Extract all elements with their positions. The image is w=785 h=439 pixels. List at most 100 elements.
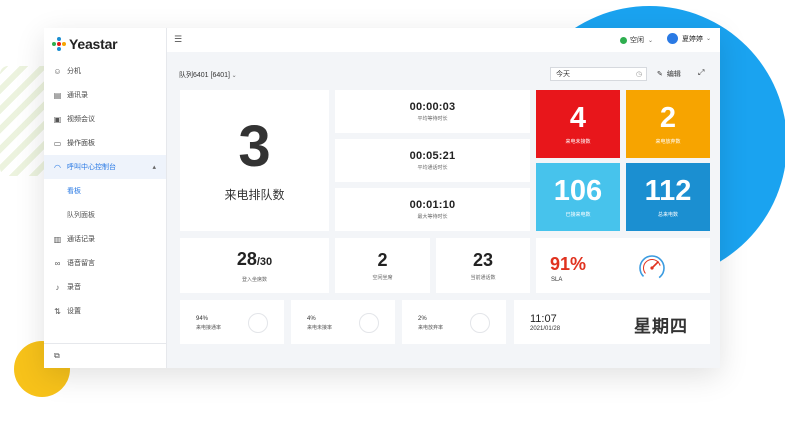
abandon-rate-card: 2% 来电放弃率 [402,300,506,344]
microphone-icon: ♪ [55,282,60,292]
edit-label: 编辑 [666,71,681,78]
missed-rate-ring [359,313,379,333]
logged-agents-total: /30 [256,255,273,268]
sidebar-item-label: 通讯录 [67,92,88,99]
fullscreen-icon[interactable]: ⤢ [698,68,704,78]
total-calls-label: 总来电数 [657,212,678,218]
queue-title: 队列6401 [6401] [179,72,230,79]
queue-selector[interactable]: 队列6401 [6401] ⌄ [179,70,237,80]
sidebar-item-extension[interactable]: ☺ 分机 [44,59,166,83]
answered-calls-value: 106 [553,175,603,207]
chevron-down-icon: ⌄ [229,73,237,79]
sidebar-item-contacts[interactable]: ▤ 通讯录 [44,83,166,107]
avg-talk-label: 平均通话时长 [417,165,448,171]
abandoned-calls-value: 2 [659,102,677,134]
sidebar-item-label: 通话记录 [67,236,95,243]
missed-calls-label: 来电未接数 [565,139,591,145]
pencil-icon: ✎ [657,71,663,78]
top-bar: ☰ 空闲 ⌄ 夏婷婷 ⌄ [167,28,720,52]
brand-name: Yeastar [69,36,118,52]
sidebar-subitem-label: 看板 [67,188,81,195]
brand-logo[interactable]: Yeastar [52,34,118,54]
contacts-icon: ▤ [53,90,62,100]
avatar [667,33,678,44]
sidebar-item-label: 设置 [67,308,81,315]
answer-rate-value: 94% [196,316,209,322]
gauge-icon [639,255,665,281]
logged-agents-card: 28/30 登入坐席数 [180,238,329,293]
voicemail-icon: ∞ [54,258,61,268]
sidebar-item-recording[interactable]: ♪ 录音 [44,275,166,299]
menu-collapse-icon[interactable]: ☰ [174,34,182,45]
sidebar-item-label: 语音留言 [67,260,95,267]
answer-rate-ring [248,313,268,333]
sidebar-item-settings[interactable]: ⇅ 设置 [44,299,166,323]
user-name: 夏婷婷 [682,35,703,43]
logged-agents-value: 28 [236,248,257,269]
waiting-calls-label: 来电排队数 [224,188,285,202]
sidebar-item-label: 录音 [67,284,81,291]
sidebar: Yeastar ☺ 分机 ▤ 通讯录 ▣ 视频会议 ▭ 操作面板 ◠ 呼叫中心控… [44,28,167,368]
avg-talk-value: 00:05:21 [409,150,456,162]
clock-card: 11:07 2021/01/28 星期四 [514,300,710,344]
answer-rate-label: 来电接通率 [196,325,222,331]
max-wait-label: 最大等待时长 [417,214,448,220]
date-filter-input[interactable]: 今天 ◷ [550,67,647,81]
max-wait-value: 00:01:10 [409,199,456,211]
status-label: 空闲 [630,37,644,44]
sidebar-item-call-center-console[interactable]: ◠ 呼叫中心控制台 ▴ [44,155,166,179]
operator-panel-icon: ▭ [53,138,62,148]
abandoned-calls-tile: 2 来电放弃数 [626,90,710,158]
video-conference-icon: ▣ [53,114,62,124]
sidebar-item-label: 分机 [67,68,81,75]
user-menu[interactable]: 夏婷婷 ⌄ [667,33,711,44]
call-log-icon: ▥ [53,234,62,244]
chevron-down-icon: ⌄ [648,37,654,44]
idle-agents-card: 2 空闲坐席 [335,238,430,293]
abandon-rate-label: 来电放弃率 [418,325,444,331]
sidebar-item-operator-panel[interactable]: ▭ 操作面板 [44,131,166,155]
avg-wait-card: 00:00:03 平均等待时长 [335,90,530,133]
headset-icon: ◠ [54,162,61,172]
sidebar-subitem-queue-panel[interactable]: 队列面板 [44,203,166,227]
avg-wait-label: 平均等待时长 [417,116,448,122]
status-check-icon [620,36,627,44]
app-window: Yeastar ☺ 分机 ▤ 通讯录 ▣ 视频会议 ▭ 操作面板 ◠ 呼叫中心控… [44,28,720,368]
switch-view-icon[interactable]: ⧉ [54,351,60,361]
sidebar-item-video-conference[interactable]: ▣ 视频会议 [44,107,166,131]
abandon-rate-value: 2% [418,316,427,322]
sidebar-menu: ☺ 分机 ▤ 通讯录 ▣ 视频会议 ▭ 操作面板 ◠ 呼叫中心控制台 ▴ 看板 [44,59,166,323]
max-wait-card: 00:01:10 最大等待时长 [335,188,530,231]
chevron-down-icon: ⌄ [706,36,712,42]
weekday: 星期四 [634,317,688,336]
sidebar-footer: ⧉ [44,343,166,368]
waiting-calls-card: 3 来电排队数 [180,90,329,231]
current-calls-card: 23 当前通话数 [436,238,530,293]
answer-rate-card: 94% 来电接通率 [180,300,284,344]
idle-agents-label: 空闲坐席 [372,275,393,281]
abandon-rate-ring [470,313,490,333]
sla-card: 91% SLA [536,238,710,293]
calendar-icon: ◷ [635,71,642,78]
answered-calls-tile: 106 已接来电数 [536,163,620,231]
clock-time: 11:07 [530,313,557,325]
sidebar-item-voicemail[interactable]: ∞ 语音留言 [44,251,166,275]
answered-calls-label: 已接来电数 [565,212,591,218]
idle-agents-value: 2 [377,250,388,270]
avg-wait-value: 00:00:03 [409,101,456,113]
chevron-up-icon: ▴ [152,164,156,171]
sidebar-subitem-label: 队列面板 [67,212,95,219]
sla-label: SLA [551,277,563,283]
sidebar-item-call-log[interactable]: ▥ 通话记录 [44,227,166,251]
abandoned-calls-label: 来电放弃数 [655,139,681,145]
logged-agents-label: 登入坐席数 [241,276,267,283]
yeastar-logo-icon [52,37,66,51]
agent-status-dropdown[interactable]: 空闲 ⌄ [620,35,653,45]
edit-button[interactable]: ✎ 编辑 [657,69,681,79]
sidebar-item-label: 操作面板 [67,140,95,147]
sidebar-subitem-dashboard[interactable]: 看板 [44,179,166,203]
sidebar-item-label: 呼叫中心控制台 [67,164,116,171]
missed-calls-value: 4 [569,102,587,134]
date-value: 今天 [556,71,570,78]
missed-rate-value: 4% [307,316,316,322]
